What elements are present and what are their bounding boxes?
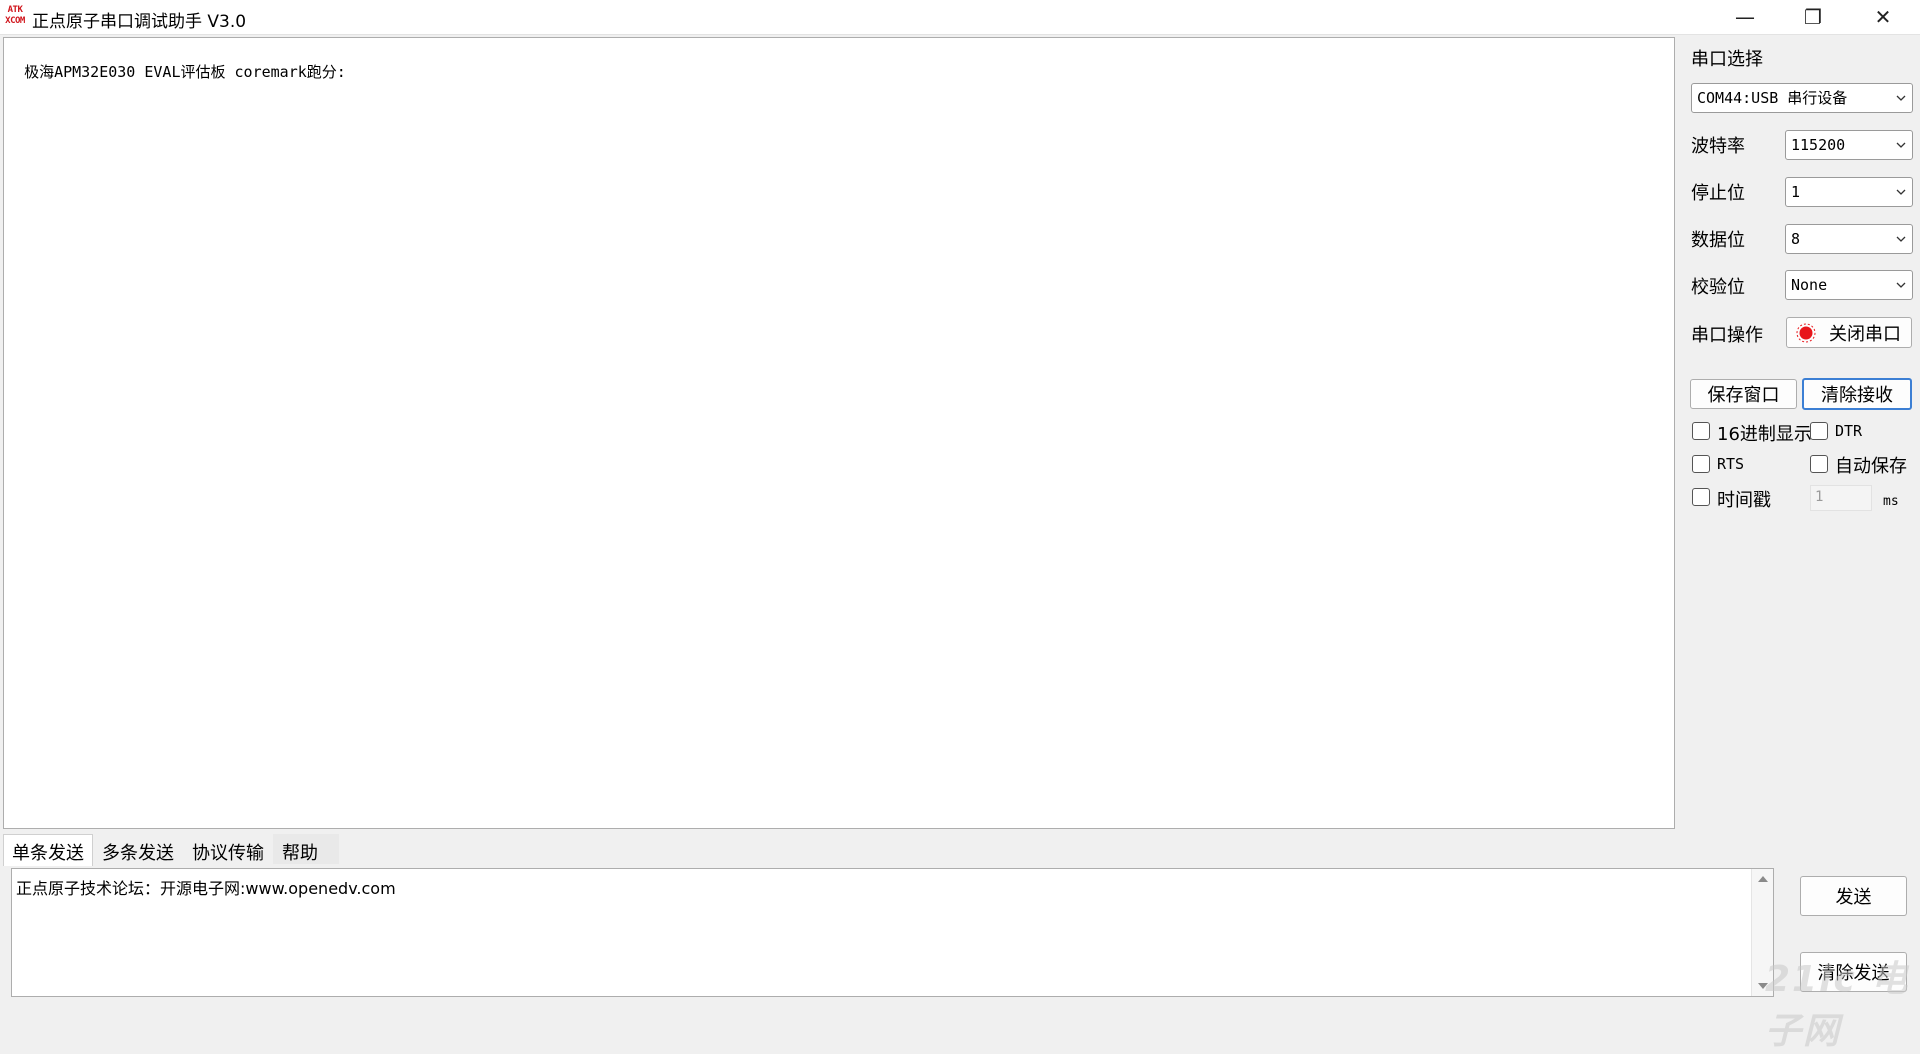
logo-text-bottom: XCOM — [5, 16, 25, 26]
hex-display-label: 16进制显示 — [1717, 424, 1812, 445]
parity-value: None — [1791, 276, 1828, 294]
baud-label: 波特率 — [1691, 136, 1745, 157]
restore-icon: ❐ — [1804, 5, 1822, 29]
tab-multi-send[interactable]: 多条发送 — [93, 834, 183, 864]
clear-receive-button[interactable]: 清除接收 — [1802, 378, 1912, 410]
parity-combo[interactable]: None — [1785, 270, 1913, 300]
watermark: 21ic 电子网 — [1765, 959, 1910, 1052]
dtr-checkbox[interactable] — [1810, 422, 1828, 440]
rts-label: RTS — [1717, 455, 1745, 473]
data-bits-label: 数据位 — [1691, 230, 1745, 251]
parity-label: 校验位 — [1691, 277, 1745, 298]
auto-save-label: 自动保存 — [1835, 456, 1907, 477]
port-select-combo[interactable]: COM44:USB 串行设备 — [1691, 83, 1913, 113]
baud-rate-value: 115200 — [1791, 136, 1846, 154]
clear-receive-label: 清除接收 — [1821, 385, 1893, 406]
send-text: 正点原子技术论坛：开源电子网:www.openedv.com — [16, 879, 396, 898]
dtr-label: DTR — [1835, 422, 1863, 440]
minimize-icon: — — [1735, 5, 1755, 29]
tab-protocol-transfer[interactable]: 协议传输 — [183, 834, 273, 864]
tab-label: 单条发送 — [12, 843, 84, 864]
stop-bits-combo[interactable]: 1 — [1785, 177, 1913, 207]
maximize-button[interactable]: ❐ — [1778, 0, 1848, 34]
tab-label: 多条发送 — [102, 843, 174, 864]
chevron-down-icon — [1896, 95, 1906, 101]
stop-bits-label: 停止位 — [1691, 183, 1745, 204]
receive-text: 极海APM32E030 EVAL评估板 coremark跑分: — [24, 63, 346, 81]
timestamp-interval-input[interactable]: 1 — [1810, 485, 1872, 511]
tab-label: 帮助 — [282, 843, 318, 864]
timestamp-unit-label: ms — [1883, 494, 1899, 509]
timestamp-interval-value: 1 — [1815, 489, 1824, 505]
send-text-area[interactable]: 正点原子技术论坛：开源电子网:www.openedv.com — [11, 868, 1774, 997]
timestamp-label: 时间戳 — [1717, 490, 1771, 511]
receive-text-area[interactable]: 极海APM32E030 EVAL评估板 coremark跑分: — [3, 37, 1675, 829]
tab-help[interactable]: 帮助 — [273, 834, 339, 864]
close-port-button[interactable]: 关闭串口 — [1786, 317, 1912, 348]
rts-checkbox[interactable] — [1692, 455, 1710, 473]
close-window-button[interactable]: ✕ — [1848, 0, 1918, 34]
port-select-label: 串口选择 — [1691, 49, 1763, 70]
chevron-down-icon — [1896, 142, 1906, 148]
timestamp-checkbox[interactable] — [1692, 488, 1710, 506]
chevron-down-icon — [1896, 236, 1906, 242]
hex-display-checkbox[interactable] — [1692, 422, 1710, 440]
save-window-label: 保存窗口 — [1707, 385, 1780, 406]
data-bits-value: 8 — [1791, 230, 1801, 248]
tab-single-send[interactable]: 单条发送 — [3, 834, 93, 866]
baud-rate-combo[interactable]: 115200 — [1785, 130, 1913, 160]
save-window-button[interactable]: 保存窗口 — [1690, 379, 1797, 409]
logo-text-top: ATK — [7, 5, 23, 15]
close-port-label: 关闭串口 — [1829, 323, 1901, 345]
minimize-button[interactable]: — — [1710, 0, 1780, 34]
port-status-indicator-icon — [1796, 323, 1816, 342]
title-bar: ATK XCOM 正点原子串口调试助手 V3.0 — ❐ ✕ — [0, 0, 1920, 35]
auto-save-checkbox[interactable] — [1810, 455, 1828, 473]
scroll-up-arrow-icon[interactable] — [1752, 869, 1774, 889]
close-icon: ✕ — [1874, 5, 1892, 29]
data-bits-combo[interactable]: 8 — [1785, 224, 1913, 254]
stop-bits-value: 1 — [1791, 183, 1801, 201]
window-title: 正点原子串口调试助手 V3.0 — [32, 12, 247, 32]
send-button[interactable]: 发送 — [1800, 876, 1907, 916]
port-operation-label: 串口操作 — [1691, 325, 1763, 346]
chevron-down-icon — [1896, 189, 1906, 195]
chevron-down-icon — [1896, 282, 1906, 288]
port-select-value: COM44:USB 串行设备 — [1697, 89, 1848, 107]
app-logo-icon: ATK XCOM — [3, 5, 27, 29]
tab-label: 协议传输 — [192, 843, 264, 864]
send-button-label: 发送 — [1835, 887, 1872, 908]
